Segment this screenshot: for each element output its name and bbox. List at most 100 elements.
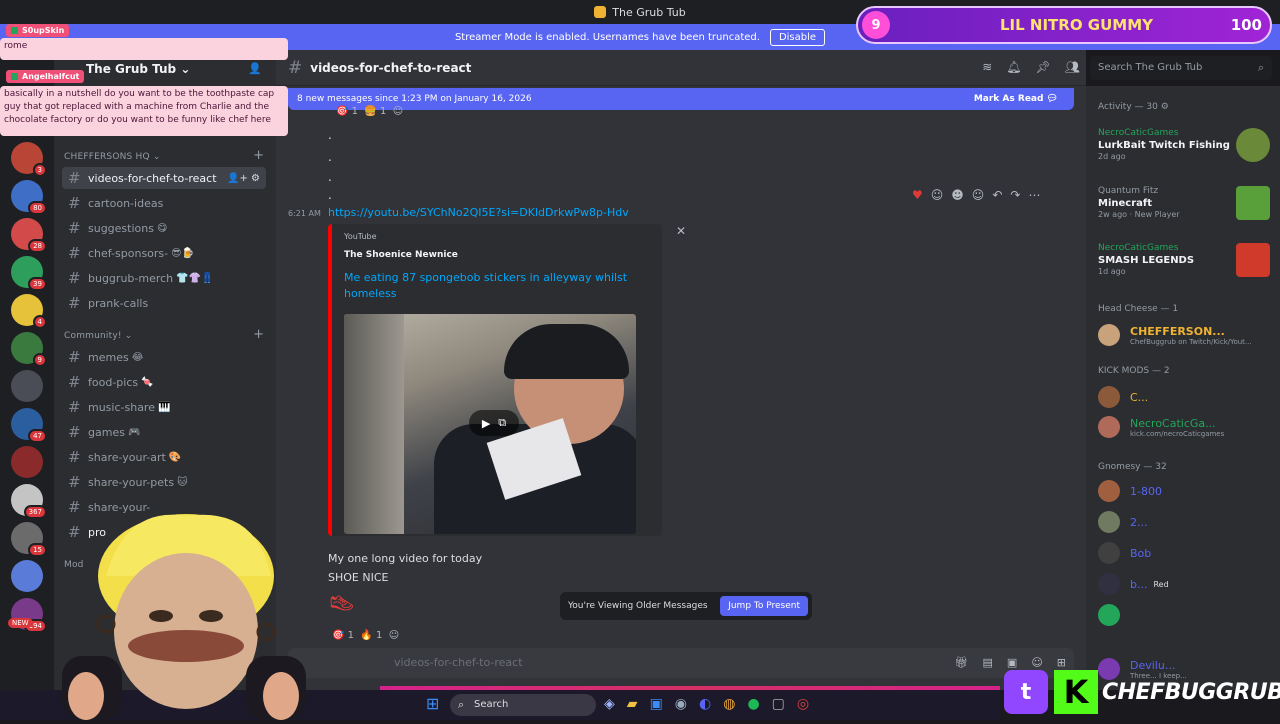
member-item[interactable]: C... bbox=[1098, 384, 1270, 410]
channel-share-your-art[interactable]: # share-your-art 🎨 bbox=[62, 446, 266, 468]
threads-icon[interactable]: ≋ bbox=[982, 60, 992, 74]
video-thumbnail[interactable]: ▶ ⧉ bbox=[344, 314, 636, 534]
channel-chef-sponsors[interactable]: # chef-sponsors- 😎🍺 bbox=[62, 242, 266, 264]
jump-to-present-button[interactable]: Jump To Present bbox=[720, 596, 808, 616]
server-icon[interactable]: 39 bbox=[11, 256, 47, 291]
member-name: NecroCaticGa... bbox=[1130, 416, 1216, 430]
member-item[interactable]: 2... bbox=[1098, 509, 1270, 535]
member-item[interactable]: CHEFFERSON... ChefBuggrub on Twitch/Kick/… bbox=[1098, 322, 1270, 348]
reaction-row[interactable]: 🎯 1 🔥 1 ☺ bbox=[332, 630, 399, 641]
channel-settings-icon[interactable]: 👤+ ⚙ bbox=[227, 173, 260, 184]
member-item[interactable]: 1-800 bbox=[1098, 478, 1270, 504]
open-external-icon[interactable]: ⧉ bbox=[498, 416, 506, 430]
server-icon[interactable]: 80 bbox=[11, 180, 47, 215]
new-messages-bar[interactable]: 8 new messages since 1:23 PM on January … bbox=[288, 88, 1074, 110]
channel-emoji: 🎨 bbox=[168, 451, 182, 463]
reply-icon[interactable]: ↶ bbox=[992, 188, 1002, 202]
channel-label: videos-for-chef-to-react bbox=[88, 171, 217, 185]
server-icon[interactable]: 15 bbox=[11, 522, 47, 557]
reaction-row[interactable]: 🎯 1 🍔 1 ☺ bbox=[336, 106, 403, 117]
channel-music-share[interactable]: # music-share 🎹 bbox=[62, 396, 266, 418]
category-community[interactable]: Community! ⌄ bbox=[64, 331, 133, 341]
mark-as-read-button[interactable]: Mark As Read 💬︎ bbox=[974, 94, 1058, 104]
gift-icon[interactable]: 🎁︎ bbox=[955, 656, 969, 669]
add-channel-icon[interactable]: + bbox=[253, 148, 264, 163]
activity-card[interactable]: NecroCaticGames LurkBait Twitch Fishing … bbox=[1098, 128, 1270, 176]
member-item[interactable]: b... Red bbox=[1098, 571, 1270, 597]
activity-card[interactable]: Quantum Fitz Minecraft 2w ago · New Play… bbox=[1098, 186, 1270, 234]
server-icon[interactable] bbox=[11, 446, 43, 478]
channel-videos-for-chef-to-react[interactable]: # videos-for-chef-to-react 👤+ ⚙ bbox=[62, 167, 266, 189]
channel-prank-calls[interactable]: # prank-calls bbox=[62, 292, 266, 314]
copilot-icon[interactable]: ◈ bbox=[604, 696, 615, 712]
message-placeholder: videos-for-chef-to-react bbox=[394, 656, 523, 669]
folder-icon[interactable]: ▰ bbox=[627, 696, 638, 712]
heart-reaction-icon[interactable]: ♥ bbox=[912, 188, 923, 202]
emoji-reaction-icon[interactable]: ☺ bbox=[931, 188, 944, 202]
activity-header: Activity — 30 ⚙ bbox=[1098, 102, 1169, 112]
server-icon[interactable]: 9 bbox=[11, 332, 47, 367]
embed-title[interactable]: Me eating 87 spongebob stickers in alley… bbox=[344, 270, 634, 302]
member-list-icon[interactable]: 👥︎ bbox=[1065, 60, 1080, 74]
pin-icon[interactable]: 📌︎ bbox=[1036, 60, 1051, 74]
channel-suggestions[interactable]: # suggestions 😋 bbox=[62, 217, 266, 239]
chrome-icon[interactable]: ◍ bbox=[723, 696, 735, 712]
server-icon[interactable]: 3 bbox=[11, 142, 47, 177]
windows-start-icon[interactable]: ⊞ bbox=[426, 696, 442, 712]
spotify-icon[interactable]: ● bbox=[747, 696, 759, 712]
channel-buggrub-merch[interactable]: # buggrub-merch 👕👚👖 bbox=[62, 267, 266, 289]
member-item[interactable]: Bob bbox=[1098, 540, 1270, 566]
channel-games[interactable]: # games 🎮 bbox=[62, 421, 266, 443]
add-reaction-icon[interactable]: ☺ bbox=[972, 188, 985, 202]
chat-message: rome bbox=[0, 38, 288, 60]
search-input[interactable]: Search The Grub Tub ⌕ bbox=[1090, 56, 1272, 80]
member-item[interactable]: NecroCaticGa... kick.com/necroCaticgames bbox=[1098, 414, 1270, 440]
mention-badge: 15 bbox=[28, 543, 47, 557]
member-list: Activity — 30 ⚙ NecroCaticGames LurkBait… bbox=[1086, 86, 1280, 690]
mention-badge: 4 bbox=[32, 315, 47, 329]
category-cheffersons-hq[interactable]: CHEFFERSONS HQ ⌄ bbox=[64, 152, 161, 162]
message-input[interactable]: videos-for-chef-to-react 🎁︎ ▤ ▣ ☺ ⊞ bbox=[288, 648, 1074, 678]
dot-message: . bbox=[328, 128, 332, 142]
close-icon[interactable]: ✕ bbox=[676, 224, 686, 238]
emoji-reaction-icon[interactable]: ☻ bbox=[951, 188, 964, 202]
member-item[interactable] bbox=[1098, 602, 1270, 628]
taskbar-search-label: Search bbox=[474, 699, 509, 710]
disable-streamer-mode-button[interactable]: Disable bbox=[769, 28, 826, 46]
embed-author[interactable]: The Shoenice Newnice bbox=[344, 250, 458, 260]
channel-label: share-your-art bbox=[88, 450, 166, 464]
add-channel-icon[interactable]: + bbox=[253, 327, 264, 342]
channel-memes[interactable]: # memes 😂 bbox=[62, 346, 266, 368]
store-icon[interactable]: ▣ bbox=[650, 696, 663, 712]
game-art bbox=[1236, 128, 1270, 162]
channel-share-your-pets[interactable]: # share-your-pets 🐱 bbox=[62, 471, 266, 493]
steam-icon[interactable]: ◉ bbox=[675, 696, 687, 712]
app-icon[interactable]: ▢ bbox=[772, 696, 785, 712]
forward-icon[interactable]: ↷ bbox=[1010, 188, 1020, 202]
taskbar-search[interactable]: ⌕ Search bbox=[450, 694, 596, 716]
server-icon[interactable]: 28 bbox=[11, 218, 47, 253]
gif-icon[interactable]: ▤ bbox=[983, 656, 993, 669]
channel-food-pics[interactable]: # food-pics 🍬 bbox=[62, 371, 266, 393]
youtube-link[interactable]: https://youtu.be/SYChNo2QI5E?si=DKldDrkw… bbox=[328, 206, 629, 219]
bell-icon[interactable]: 🔔︎ bbox=[1006, 60, 1021, 74]
discord-window: The Grub Tub Streamer Mode is enabled. U… bbox=[0, 0, 1280, 720]
play-icon[interactable]: ▶ bbox=[482, 417, 490, 430]
server-icon[interactable]: 367 bbox=[11, 484, 47, 519]
more-icon[interactable]: ⋯ bbox=[1028, 188, 1040, 202]
channel-cartoon-ideas[interactable]: # cartoon-ideas bbox=[62, 192, 266, 214]
hash-icon: # bbox=[68, 473, 81, 491]
activity-card[interactable]: NecroCaticGames SMASH LEGENDS 1d ago bbox=[1098, 243, 1270, 291]
play-controls[interactable]: ▶ ⧉ bbox=[469, 410, 519, 436]
hash-icon: # bbox=[68, 294, 81, 312]
channel-label: cartoon-ideas bbox=[88, 196, 164, 210]
server-icon[interactable]: 4 bbox=[11, 294, 47, 329]
new-messages-text: 8 new messages since 1:23 PM on January … bbox=[297, 94, 532, 104]
server-icon[interactable] bbox=[11, 560, 43, 592]
app-icon[interactable]: ◎ bbox=[797, 696, 809, 712]
server-icon[interactable]: 47 bbox=[11, 408, 47, 443]
hash-icon: # bbox=[68, 269, 81, 287]
message-text: My one long video for today bbox=[328, 552, 483, 565]
server-icon[interactable] bbox=[11, 370, 43, 402]
discord-icon[interactable]: ◐ bbox=[699, 696, 711, 712]
